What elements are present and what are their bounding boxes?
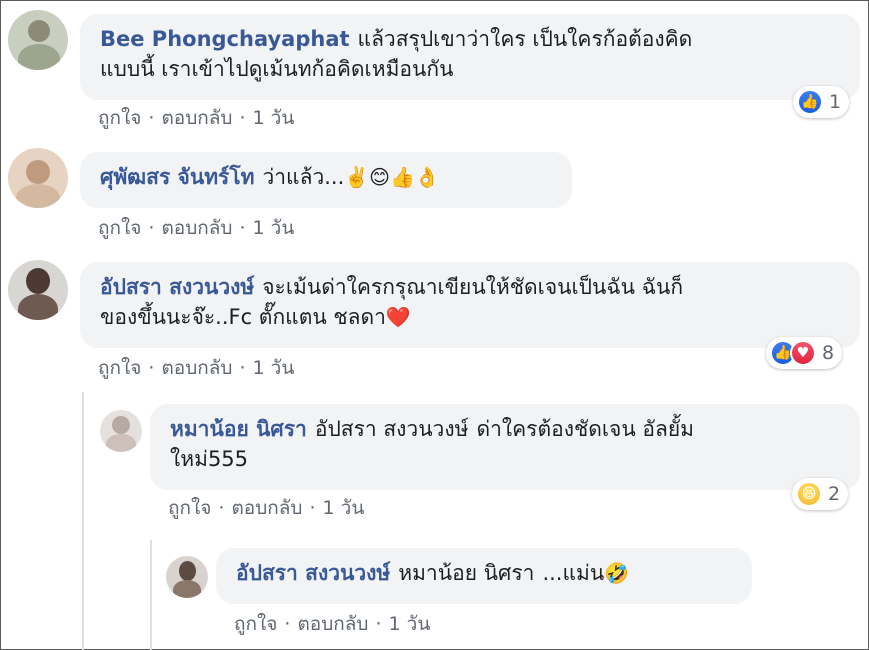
love-icon: ♥ xyxy=(790,340,816,366)
separator: · xyxy=(239,107,246,129)
comment-text: แล้วสรุปเขาว่าใคร เป็นใครก้อต้องคิด xyxy=(357,27,693,51)
comment-actions: ถูกใจ · ตอบกลับ · 1 วัน xyxy=(98,216,294,240)
comment-bubble: ศุพัฒสร จันทร์โท ว่าแล้ว...✌️😊👍👌 xyxy=(80,152,572,208)
like-link[interactable]: ถูกใจ xyxy=(234,613,277,635)
reply-link[interactable]: ตอบกลับ xyxy=(231,497,302,519)
commenter-name[interactable]: หมาน้อย นิศรา xyxy=(170,417,307,441)
timestamp[interactable]: 1 วัน xyxy=(389,613,431,635)
reply-link[interactable]: ตอบกลับ xyxy=(161,357,232,379)
heart-emoji: ❤️ xyxy=(385,305,411,329)
separator: · xyxy=(148,217,155,239)
reply-link[interactable]: ตอบกลับ xyxy=(297,613,368,635)
avatar[interactable] xyxy=(8,260,68,320)
like-link[interactable]: ถูกใจ xyxy=(98,107,141,129)
reply-bubble: หมาน้อย นิศรา อัปสรา สงวนวงษ์ ด่าใครต้องชั… xyxy=(150,404,860,490)
commenter-name[interactable]: ศุพัฒสร จันทร์โท xyxy=(100,165,254,189)
haha-icon: 😆 xyxy=(796,481,822,507)
separator: · xyxy=(375,613,382,635)
avatar[interactable] xyxy=(8,148,68,208)
reaction-summary[interactable]: 👍 1 xyxy=(793,86,850,118)
separator: · xyxy=(148,107,155,129)
comment-bubble: Bee Phongchayaphat แล้วสรุปเขาว่าใคร เป็น… xyxy=(80,14,860,100)
emoji-group: ✌️😊👍👌 xyxy=(344,165,440,189)
comment-text: จะเม้นด่าใครกรุณาเขียนให้ชัดเจนเป็นฉัน ฉ… xyxy=(262,275,684,299)
separator: · xyxy=(239,357,246,379)
mentioned-user[interactable]: อัปสรา สงวนวงษ์ xyxy=(315,417,469,441)
separator: · xyxy=(218,497,225,519)
commenter-name[interactable]: Bee Phongchayaphat xyxy=(100,27,350,51)
comment-bubble: อัปสรา สงวนวงษ์ จะเม้นด่าใครกรุณาเขียนให้… xyxy=(80,262,860,348)
like-link[interactable]: ถูกใจ xyxy=(168,497,211,519)
reply-bubble: อัปสรา สงวนวงษ์ หมาน้อย นิศรา ...แม่น🤣 xyxy=(216,548,752,604)
thread-line xyxy=(82,392,84,650)
avatar[interactable] xyxy=(8,10,68,70)
like-link[interactable]: ถูกใจ xyxy=(98,217,141,239)
comment-text: แบบนี้ เราเข้าไปดูเม้นทก้อคิดเหมือนกัน xyxy=(100,57,454,81)
timestamp[interactable]: 1 วัน xyxy=(253,217,295,239)
timestamp[interactable]: 1 วัน xyxy=(323,497,365,519)
reaction-summary[interactable]: 👍 ♥ 8 xyxy=(766,337,843,369)
separator: · xyxy=(284,613,291,635)
separator: · xyxy=(239,217,246,239)
comment-actions: ถูกใจ · ตอบกลับ · 1 วัน xyxy=(234,612,430,636)
avatar[interactable] xyxy=(166,556,208,598)
commenter-name[interactable]: อัปสรา สงวนวงษ์ xyxy=(236,561,390,585)
reply-link[interactable]: ตอบกลับ xyxy=(161,107,232,129)
comment-text: ของขึ้นนะจ๊ะ..Fc ตั๊กแตน ชลดา xyxy=(100,305,386,329)
thread-line xyxy=(150,540,152,650)
reaction-summary[interactable]: 😆 2 xyxy=(792,478,849,510)
laughing-emoji: 🤣 xyxy=(604,561,630,585)
comment-actions: ถูกใจ · ตอบกลับ · 1 วัน xyxy=(168,496,364,520)
timestamp[interactable]: 1 วัน xyxy=(253,107,295,129)
comment-text: ใหม่555 xyxy=(170,447,249,471)
mentioned-user[interactable]: หมาน้อย นิศรา xyxy=(398,561,534,585)
comment-actions: ถูกใจ · ตอบกลับ · 1 วัน xyxy=(98,356,294,380)
like-icon: 👍 xyxy=(797,89,823,115)
avatar[interactable] xyxy=(100,410,142,452)
comment-text: ...แม่น xyxy=(542,561,605,585)
reaction-count: 8 xyxy=(822,342,835,364)
comment-actions: ถูกใจ · ตอบกลับ · 1 วัน xyxy=(98,106,294,130)
separator: · xyxy=(148,357,155,379)
separator: · xyxy=(309,497,316,519)
timestamp[interactable]: 1 วัน xyxy=(253,357,295,379)
reply-link[interactable]: ตอบกลับ xyxy=(161,217,232,239)
comment-text: ด่าใครต้องชัดเจน อัลยั้ม xyxy=(476,417,694,441)
reaction-count: 1 xyxy=(829,91,842,113)
commenter-name[interactable]: อัปสรา สงวนวงษ์ xyxy=(100,275,254,299)
comment-text: ว่าแล้ว... xyxy=(262,165,345,189)
reaction-count: 2 xyxy=(828,483,841,505)
like-link[interactable]: ถูกใจ xyxy=(98,357,141,379)
